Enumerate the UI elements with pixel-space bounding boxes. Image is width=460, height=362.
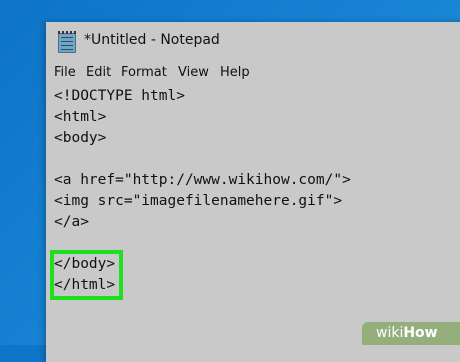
title-bar[interactable]: *Untitled - Notepad [46,22,460,60]
menu-format[interactable]: Format [121,65,167,80]
watermark-suffix: How [403,325,438,341]
code-line: <img src="imagefilenamehere.gif"> [54,193,343,209]
notepad-window: *Untitled - Notepad File Edit Format Vie… [46,22,460,362]
menu-view[interactable]: View [178,65,209,80]
notepad-icon [58,31,76,53]
menu-help[interactable]: Help [220,65,250,80]
menu-bar: File Edit Format View Help [46,62,460,84]
menu-file[interactable]: File [54,65,76,80]
text-editor-area[interactable]: <!DOCTYPE html> <html> <body> <a href="h… [46,86,460,362]
highlight-box [50,250,123,300]
code-line: </a> [54,214,89,230]
code-line: <a href="http://www.wikihow.com/"> [54,172,351,188]
menu-edit[interactable]: Edit [86,65,111,80]
code-line: <!DOCTYPE html> [54,88,185,104]
wikihow-watermark: wikiHow [362,322,460,345]
code-line: <body> [54,130,107,146]
code-line: <html> [54,109,107,125]
watermark-prefix: wiki [376,325,404,341]
window-title: *Untitled - Notepad [84,32,220,48]
